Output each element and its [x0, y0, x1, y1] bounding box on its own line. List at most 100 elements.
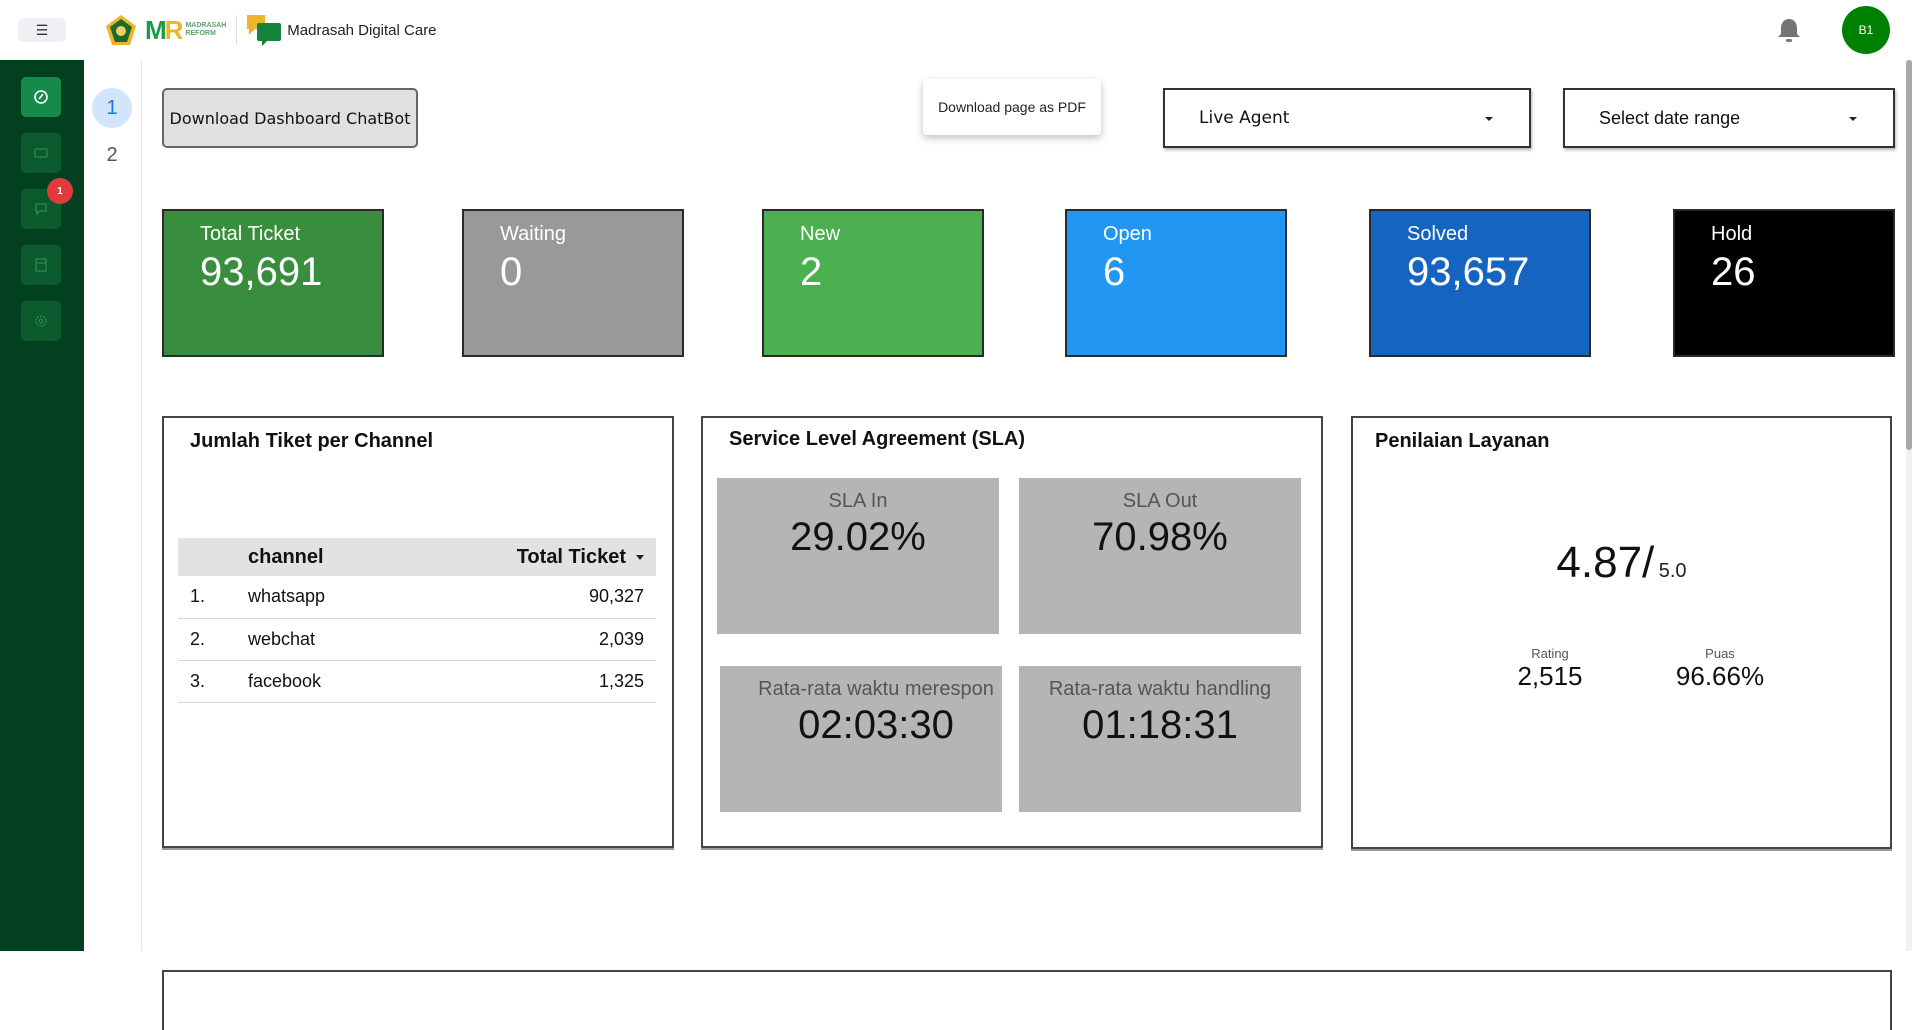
chat-notification-badge: 1	[47, 178, 73, 204]
gear-icon	[35, 315, 47, 327]
hamburger-icon: ☰	[35, 21, 49, 38]
brand-name: Madrasah Digital Care	[287, 21, 437, 39]
table-row: 2. webchat 2,039	[178, 618, 656, 661]
chevron-down-icon	[1849, 117, 1857, 121]
download-pdf-menu-item[interactable]: Download page as PDF	[923, 79, 1101, 135]
mr-text-1: MADRASAH	[185, 22, 227, 29]
kpi-label: Open	[1103, 223, 1152, 245]
channel-panel-title: Jumlah Tiket per Channel	[190, 430, 434, 452]
gauge-icon	[34, 90, 48, 104]
kpi-label: Waiting	[500, 223, 566, 245]
column-header-channel[interactable]: channel	[248, 538, 394, 576]
mr-text-2: REFORM	[185, 30, 216, 37]
row-rank: 1.	[178, 576, 248, 619]
sidebar: 1	[0, 60, 84, 951]
brand-divider	[236, 15, 238, 45]
stat-value: 2,515	[1517, 661, 1583, 691]
kpi-new: New 2	[762, 209, 984, 357]
menu-button[interactable]: ☰	[18, 18, 66, 42]
agent-select[interactable]: Live Agent	[1163, 88, 1531, 148]
avatar-initials: B1	[1858, 23, 1874, 37]
column-header-total-ticket[interactable]: Total Ticket	[393, 538, 656, 576]
column-header-rank	[178, 538, 248, 576]
sla-value: 70.98%	[1092, 515, 1228, 559]
bell-icon[interactable]	[1776, 16, 1802, 44]
kpi-value: 2	[800, 250, 823, 294]
download-dashboard-button[interactable]: Download Dashboard ChatBot	[162, 88, 418, 148]
receipt-icon	[35, 258, 47, 272]
sla-value: 29.02%	[790, 515, 926, 559]
bottom-panel	[162, 970, 1892, 1030]
sla-out-box: SLA Out 70.98%	[1019, 478, 1301, 634]
madrasah-reform-logo: MR MADRASAH REFORM	[145, 15, 226, 46]
stat-value: 96.66%	[1675, 661, 1765, 691]
kpi-label: Solved	[1407, 223, 1469, 245]
rating-score: 4.87/ 5.0	[1353, 538, 1890, 588]
table-row: 3. facebook 1,325	[178, 660, 656, 703]
sla-label: SLA Out	[1122, 490, 1198, 512]
kpi-label: Hold	[1711, 223, 1753, 245]
kpi-label: Total Ticket	[200, 223, 301, 245]
scrollbar-thumb[interactable]	[1906, 60, 1912, 450]
chat-bubbles-icon	[35, 203, 47, 216]
kpi-value: 26	[1711, 250, 1756, 294]
dashboard-content: Download Dashboard ChatBot Download page…	[142, 60, 1895, 1030]
kpi-value: 93,657	[1407, 250, 1530, 294]
sidebar-item-settings[interactable]	[21, 301, 61, 341]
avg-handling-time-box: Rata-rata waktu handling 01:18:31	[1019, 666, 1301, 812]
sidebar-item-dashboard[interactable]	[21, 77, 61, 117]
sort-desc-icon[interactable]	[636, 554, 644, 560]
sla-panel-title: Service Level Agreement (SLA)	[729, 428, 1026, 450]
row-total: 1,325	[393, 660, 656, 703]
kpi-label: New	[800, 223, 841, 245]
sla-label: Rata-rata waktu merespon	[758, 678, 994, 700]
kpi-hold: Hold 26	[1673, 209, 1895, 357]
sla-label: SLA In	[828, 490, 888, 512]
date-range-select[interactable]: Select date range	[1563, 88, 1895, 148]
top-bar: ☰ MR MADRASAH REFORM Madrasah Digital Ca…	[0, 0, 1912, 60]
kpi-value: 0	[500, 250, 523, 294]
agent-select-value: Live Agent	[1199, 108, 1290, 128]
stat-label: Rating	[1531, 646, 1569, 661]
table-row: 1. whatsapp 90,327	[178, 576, 656, 619]
sla-value: 02:03:30	[798, 703, 954, 747]
row-channel: whatsapp	[248, 576, 394, 619]
kpi-total-ticket: Total Ticket 93,691	[162, 209, 384, 357]
kpi-open: Open 6	[1065, 209, 1287, 357]
scrollbar[interactable]	[1906, 60, 1912, 951]
kpi-waiting: Waiting 0	[462, 209, 684, 357]
channel-table: channel Total Ticket 1. whatsapp 90,327 …	[178, 538, 656, 703]
rating-score-max: 5.0	[1658, 560, 1687, 582]
rating-panel-title: Penilaian Layanan	[1375, 430, 1550, 452]
row-channel: webchat	[248, 618, 394, 661]
chevron-down-icon	[1485, 117, 1493, 121]
page-2-button[interactable]: 2	[92, 135, 132, 175]
stat-label: Puas	[1705, 646, 1735, 661]
satisfied-stat: Puas 96.66%	[1650, 646, 1790, 692]
channel-panel: Jumlah Tiket per Channel channel Total T…	[162, 416, 674, 848]
sidebar-item-reports[interactable]	[21, 245, 61, 285]
rating-score-value: 4.87/	[1556, 538, 1655, 587]
kpi-value: 93,691	[200, 250, 323, 294]
avatar[interactable]: B1	[1842, 6, 1890, 54]
row-channel: facebook	[248, 660, 394, 703]
avg-response-time-box: Rata-rata waktu merespon 02:03:30	[720, 666, 1002, 812]
row-rank: 3.	[178, 660, 248, 703]
digital-care-logo-icon	[247, 15, 282, 46]
sla-value: 01:18:31	[1082, 703, 1238, 747]
sidebar-item-tickets[interactable]	[21, 133, 61, 173]
row-total: 90,327	[393, 576, 656, 619]
row-total: 2,039	[393, 618, 656, 661]
row-rank: 2.	[178, 618, 248, 661]
page-navigator: 1 2	[84, 60, 142, 951]
page-1-button[interactable]: 1	[92, 88, 132, 128]
kpi-value: 6	[1103, 250, 1126, 294]
kpi-solved: Solved 93,657	[1369, 209, 1591, 357]
sla-panel: Service Level Agreement (SLA) SLA In 29.…	[701, 416, 1323, 848]
table-header-row: channel Total Ticket	[178, 538, 656, 576]
rating-count-stat: Rating 2,515	[1480, 646, 1620, 692]
ticket-icon	[34, 148, 48, 158]
rating-panel: Penilaian Layanan 4.87/ 5.0 Rating 2,515…	[1351, 416, 1892, 849]
total-ticket-header-label: Total Ticket	[516, 545, 626, 568]
sla-in-box: SLA In 29.02%	[717, 478, 999, 634]
